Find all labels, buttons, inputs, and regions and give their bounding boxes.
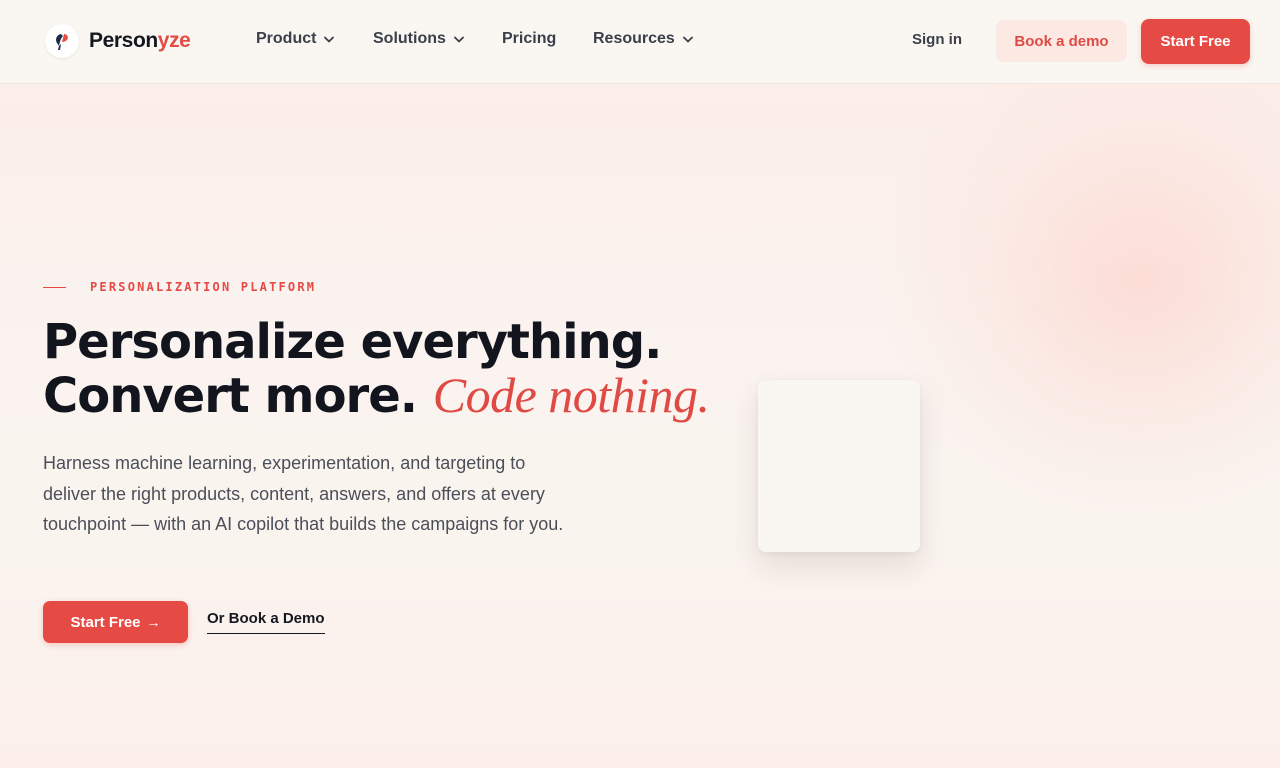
- nav-item-resources[interactable]: Resources: [593, 30, 693, 48]
- nav-item-label: Solutions: [373, 30, 446, 47]
- site-header: Personyze Product Solutions Pricing Reso…: [0, 0, 1280, 84]
- chevron-down-icon: [453, 36, 464, 42]
- background-glow: [880, 40, 1280, 520]
- hero-headline: Personalize everything. Convert more. Co…: [43, 316, 743, 423]
- start-free-button[interactable]: Start Free: [1141, 19, 1250, 64]
- headline-line1: Personalize everything.: [43, 314, 662, 370]
- hero-start-free-button[interactable]: Start Free →: [43, 601, 188, 643]
- brand-name: Personyze: [89, 29, 191, 53]
- nav-item-pricing[interactable]: Pricing: [502, 30, 556, 48]
- nav-item-label: Resources: [593, 30, 675, 47]
- chevron-down-icon: [682, 36, 693, 42]
- nav-item-solutions[interactable]: Solutions: [373, 30, 464, 48]
- nav-item-label: Product: [256, 30, 317, 47]
- sign-in-link[interactable]: Sign in: [912, 31, 962, 48]
- nav-item-product[interactable]: Product: [256, 30, 335, 48]
- headline-accent: Code nothing.: [432, 367, 710, 423]
- landing-page: Personyze Product Solutions Pricing Reso…: [0, 0, 1280, 768]
- brand-logo[interactable]: Personyze: [45, 24, 191, 58]
- nav-item-label: Pricing: [502, 30, 557, 47]
- hero-description: Harness machine learning, experimentatio…: [43, 453, 564, 534]
- personyze-logo-icon: [45, 24, 79, 58]
- brand-name-part2: yze: [157, 29, 191, 52]
- hero-eyebrow: PERSONALIZATION PLATFORM: [43, 279, 316, 295]
- chevron-down-icon: [324, 36, 335, 42]
- arrow-right-icon: →: [146, 614, 161, 630]
- hero-book-demo-link[interactable]: Or Book a Demo: [207, 610, 325, 634]
- book-demo-button[interactable]: Book a demo: [996, 20, 1127, 62]
- cta-label: Start Free: [70, 613, 141, 631]
- headline-line2: Convert more.: [43, 368, 418, 424]
- hero-preview-card: [758, 380, 920, 552]
- eyebrow-divider: [43, 286, 66, 288]
- eyebrow-text: PERSONALIZATION PLATFORM: [90, 280, 317, 294]
- brand-name-part1: Person: [89, 29, 158, 52]
